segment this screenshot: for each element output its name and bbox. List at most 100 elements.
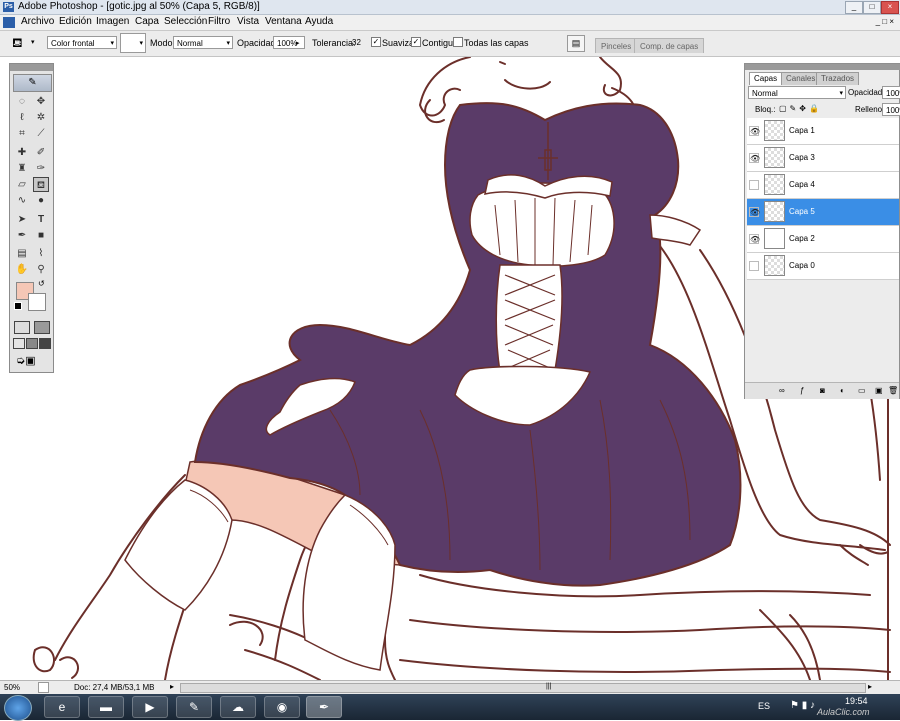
start-button[interactable] (4, 695, 32, 721)
hand-tool-icon[interactable]: ✋ (14, 262, 30, 277)
healing-tool-icon[interactable]: ✚ (14, 145, 30, 160)
hidden-eye-icon[interactable] (749, 180, 759, 190)
type-tool-icon[interactable]: T (33, 212, 49, 227)
blur-tool-icon[interactable]: ∿ (14, 193, 30, 208)
eraser-tool-icon[interactable]: ▱ (14, 177, 30, 192)
tolerance-input[interactable]: 32 (349, 36, 367, 49)
crop-tool-icon[interactable]: ⌗ (14, 126, 30, 141)
toolbox-grip[interactable] (10, 64, 53, 71)
background-color-swatch[interactable] (28, 293, 46, 311)
status-icon[interactable] (38, 682, 49, 693)
fill-source-select[interactable]: Color frontal ▾ (47, 36, 117, 49)
imageready-jump-icon[interactable]: ➭▣ (16, 354, 36, 367)
pattern-swatch[interactable]: ▾ (120, 33, 146, 53)
paint-bucket-tool-icon[interactable]: ⛾ (33, 177, 49, 192)
eye-icon[interactable]: 👁 (749, 126, 760, 136)
pen-tool-icon[interactable]: ✒ (14, 228, 30, 243)
eye-icon[interactable]: 👁 (749, 234, 760, 244)
tab-capas[interactable]: Capas (749, 72, 783, 85)
zoom-tool-icon[interactable]: ⚲ (33, 262, 49, 277)
tab-trazados[interactable]: Trazados (816, 72, 860, 85)
eye-icon[interactable]: 👁 (749, 207, 760, 217)
clock[interactable]: 19:54 (845, 696, 868, 706)
layer-row[interactable]: 👁 Capa 3 (747, 145, 899, 172)
app-icon-2[interactable]: ☁ (220, 696, 256, 718)
tool-preset-chevron-icon[interactable]: ▾ (31, 38, 35, 46)
horizontal-scrollbar[interactable] (180, 683, 866, 693)
add-mask-icon[interactable]: ◙ (820, 386, 825, 395)
quickmask-mode-icon[interactable] (34, 321, 50, 334)
hidden-eye-icon[interactable] (749, 261, 759, 271)
photoshop-taskbar-icon[interactable]: ✒ (306, 696, 342, 718)
mode-select[interactable]: Normal ▾ (173, 36, 233, 49)
blend-mode-select[interactable]: Normal ▾ (748, 86, 846, 99)
layer-row[interactable]: Capa 4 (747, 172, 899, 199)
explorer-folder-icon[interactable]: ▬ (88, 696, 124, 718)
history-brush-tool-icon[interactable]: ✑ (33, 161, 49, 176)
language-indicator[interactable]: ES (758, 701, 770, 711)
media-player-icon[interactable]: ▶ (132, 696, 168, 718)
minimize-button[interactable]: _ (845, 1, 863, 14)
layer-row[interactable]: 👁 Capa 2 (747, 226, 899, 253)
panel-grip[interactable] (745, 64, 900, 70)
layer-opacity-input[interactable]: 100% (882, 86, 900, 99)
menu-vista[interactable]: Vista (237, 16, 259, 27)
new-group-icon[interactable]: ▭ (858, 386, 866, 395)
layer-row[interactable]: Capa 0 (747, 253, 899, 280)
opacity-chevron-icon[interactable]: ▸ (296, 39, 300, 47)
layer-row[interactable]: 👁 Capa 5 (747, 199, 899, 226)
contiguous-checkbox[interactable]: ✓ (411, 37, 421, 47)
chrome-icon[interactable]: ◉ (264, 696, 300, 718)
adjustment-layer-icon[interactable]: ◐ (840, 386, 845, 395)
trash-icon[interactable]: 🗑 (888, 386, 898, 395)
paint-bucket-icon[interactable]: ⛾ (12, 35, 23, 53)
doc-icon[interactable] (3, 17, 15, 28)
shape-tool-icon[interactable]: ■ (33, 228, 49, 243)
lock-icons[interactable]: ▢✎✥🔒 (779, 104, 822, 113)
screen-mode-3-icon[interactable] (39, 338, 51, 349)
notes-tool-icon[interactable]: ▤ (14, 246, 30, 261)
menu-archivo[interactable]: Archivo (21, 16, 54, 27)
tab-canales[interactable]: Canales (781, 72, 821, 85)
doc-window-controls[interactable]: _ □ × (860, 17, 894, 26)
dodge-tool-icon[interactable]: ● (33, 193, 49, 208)
tab-pinceles[interactable]: Pinceles (595, 38, 638, 53)
maximize-button[interactable]: □ (863, 1, 881, 14)
brush-tool-icon[interactable]: ✐ (33, 145, 49, 160)
fill-input[interactable]: 100% (882, 103, 900, 116)
standard-mode-icon[interactable] (14, 321, 30, 334)
opacity-input[interactable]: 100% (273, 36, 305, 49)
menu-seleccion[interactable]: Selección (164, 16, 207, 27)
menu-edicion[interactable]: Edición (59, 16, 92, 27)
zoom-level[interactable]: 50% (4, 683, 20, 692)
status-menu-arrow-icon[interactable]: ▸ (170, 682, 174, 691)
new-layer-icon[interactable]: ▣ (875, 386, 883, 395)
menu-capa[interactable]: Capa (135, 16, 159, 27)
screen-mode-2-icon[interactable] (26, 338, 38, 349)
all-layers-checkbox[interactable] (453, 37, 463, 47)
path-select-tool-icon[interactable]: ➤ (14, 212, 30, 227)
eyedropper-tool-icon[interactable]: ⌇ (33, 246, 49, 261)
default-colors-icon[interactable] (14, 302, 22, 310)
close-button[interactable]: × (881, 1, 899, 14)
feather-logo-icon[interactable]: ✎ (13, 74, 52, 92)
screen-mode-1-icon[interactable] (13, 338, 25, 349)
link-layers-icon[interactable]: ∞ (779, 386, 785, 395)
move-tool-icon[interactable]: ✥ (33, 94, 49, 109)
magic-wand-tool-icon[interactable]: ✲ (33, 110, 49, 125)
palette-well-icon[interactable]: ▤ (567, 35, 585, 52)
scrollbar-thumb[interactable]: ||| (546, 683, 551, 690)
slice-tool-icon[interactable]: ⟋ (33, 126, 49, 141)
menu-ayuda[interactable]: Ayuda (305, 16, 333, 27)
menu-filtro[interactable]: Filtro (208, 16, 230, 27)
app-icon-1[interactable]: ✎ (176, 696, 212, 718)
menu-imagen[interactable]: Imagen (96, 16, 129, 27)
antialias-checkbox[interactable]: ✓ (371, 37, 381, 47)
scroll-right-icon[interactable]: ▸ (868, 682, 872, 691)
eye-icon[interactable]: 👁 (749, 153, 760, 163)
tray-icons[interactable]: ⚑ ▮ ♪ (790, 700, 815, 711)
menu-ventana[interactable]: Ventana (265, 16, 302, 27)
internet-explorer-icon[interactable]: e (44, 696, 80, 718)
lasso-tool-icon[interactable]: ℓ (14, 110, 30, 125)
stamp-tool-icon[interactable]: ♜ (14, 161, 30, 176)
